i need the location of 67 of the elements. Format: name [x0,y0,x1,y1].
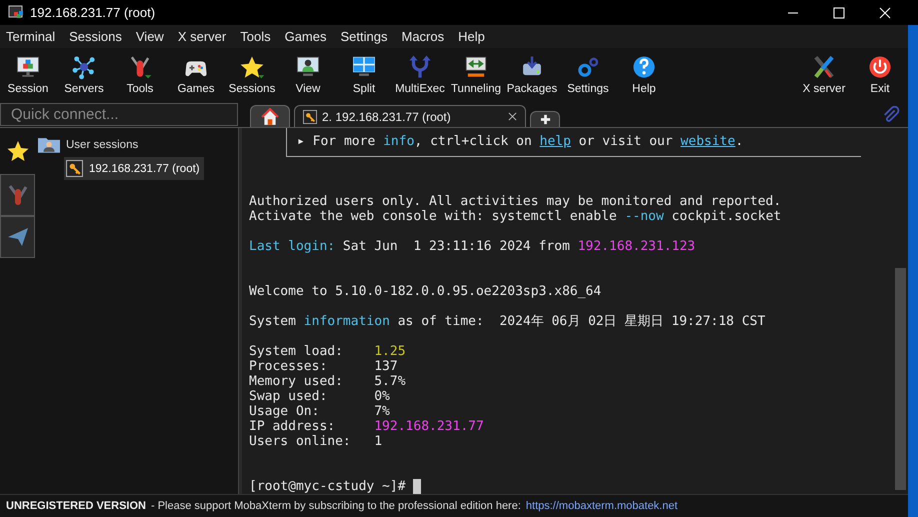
scrollbar-thumb[interactable] [895,268,906,490]
tree-item[interactable]: User sessions [66,138,138,150]
key-icon [66,160,83,177]
new-tab-button[interactable] [530,111,560,127]
toolbar-button[interactable]: Games [168,48,224,100]
toolbar-button[interactable]: Servers [56,48,112,100]
menu-item[interactable]: Settings [336,29,392,44]
terminal-line: Processes: 137 [249,359,399,374]
menu-item[interactable]: Games [280,29,330,44]
quick-connect-field[interactable]: Quick connect... [0,103,238,126]
version-label: UNREGISTERED VERSION [6,500,146,512]
session-item[interactable]: 192.168.231.77 (root) [64,157,204,180]
close-icon[interactable] [508,112,517,121]
session-tab[interactable]: 2. 192.168.231.77 (root) [294,105,526,127]
status-message: - Please support MobaXterm by subscribing to the professional edition here: [150,500,521,512]
terminal-line: Usage On: 7% [249,404,391,419]
plus-icon [540,114,550,125]
toolbar-button[interactable]: Settings [560,48,616,100]
menu-item[interactable]: Tools [236,29,275,44]
terminal-line: Welcome to 5.10.0-182.0.0.95.oe2203sp3.x86_64 [249,284,602,299]
network-icon [71,54,97,80]
menu-item[interactable]: Macros [397,29,448,44]
toolbar-button[interactable]: X server [796,48,852,100]
terminal-line: Memory used: 5.7% [249,374,407,389]
url-link[interactable]: https://mobaxterm.mobatek.net [526,500,678,512]
toolbar-button[interactable]: MultiExec [392,48,448,100]
power-icon [867,54,893,80]
home-icon [261,108,279,126]
link[interactable]: help [540,134,571,149]
toolbar-button[interactable]: Packages [504,48,560,100]
menu-item[interactable]: Terminal [2,29,60,44]
text-cursor [413,479,422,494]
toolbar-button[interactable]: Tools [112,48,168,100]
menu-item[interactable]: Sessions [65,29,126,44]
paperclip-icon[interactable] [882,106,900,124]
terminal-line: Swap used: 0% [249,389,391,404]
toolbar-button[interactable]: View [280,48,336,100]
terminal-line: Last login: Sat Jun 1 23:11:16 2024 from 192.168.231.123 [249,239,696,254]
info-banner: ▸ For more info, ctrl+click on help or visit our website. [286,128,861,157]
toolbar-button[interactable]: Split [336,48,392,100]
help-icon [631,54,657,80]
menu-item[interactable]: Help [454,29,489,44]
terminal-line: Activate the web console with: systemctl enable --now cockpit.socket [249,209,782,224]
toolbar-button[interactable]: Sessions [224,48,280,100]
terminal-line: Users online: 1 [249,434,384,449]
maximize-icon [833,6,845,18]
toolbar-button[interactable]: Tunneling [448,48,504,100]
menu-item[interactable]: View [132,29,168,44]
toolbar-button[interactable]: Help [616,48,672,100]
toolbar-button[interactable]: Exit [852,48,908,100]
close-icon [879,6,891,18]
star-icon [6,139,30,163]
fork-icon [407,54,433,80]
scrollbar[interactable] [893,128,908,494]
terminal-line: IP address: 192.168.231.77 [249,419,485,434]
shell-prompt: [root@myc-cstudy ~]# [249,479,407,494]
app-icon [8,4,24,20]
window-title: 192.168.231.77 (root) [30,5,156,20]
menu-item[interactable]: X server [174,29,230,44]
key-icon [303,110,317,124]
home-tab[interactable] [250,105,290,127]
terminal-line: System information as of time: 2024年 06月 02日 星期日 19:27:18 CST [249,314,766,329]
link[interactable]: website [680,134,736,149]
user-folder-icon [38,136,60,153]
toolbar-button[interactable]: Session [0,48,56,100]
terminal-line: Authorized users only. All activities may be monitored and reported. [249,194,782,209]
terminal-line: System load: 1.25 [249,344,407,359]
